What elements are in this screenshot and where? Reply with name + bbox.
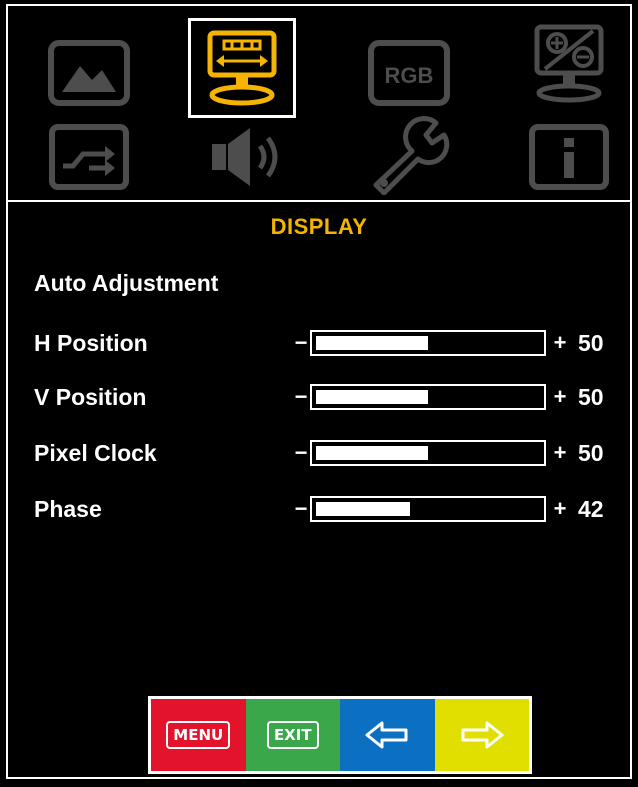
rgb-icon[interactable]: RGB	[364, 28, 454, 118]
picture-icon[interactable]	[44, 28, 134, 118]
input-source-icon[interactable]	[44, 112, 134, 202]
phase-slider[interactable]	[310, 496, 546, 522]
auto-adjustment-label: Auto Adjustment	[34, 269, 219, 296]
info-icon[interactable]	[524, 112, 614, 202]
pixel-clock-slider[interactable]	[310, 440, 546, 466]
v-position-slider[interactable]	[310, 384, 546, 410]
slider-fill	[316, 390, 428, 404]
setting-row-h-position[interactable]: H Position − + 50	[34, 326, 618, 360]
decrease-sign: −	[294, 496, 308, 521]
exit-button-label: EXIT	[266, 721, 319, 749]
setup-icon[interactable]	[364, 110, 454, 200]
slider-fill	[316, 502, 410, 516]
setting-label: H Position	[34, 329, 148, 356]
setting-value: 50	[578, 439, 604, 466]
setting-row-pixel-clock[interactable]: Pixel Clock − + 50	[34, 436, 618, 470]
page-title: DISPLAY	[270, 214, 368, 239]
left-button[interactable]	[340, 699, 435, 771]
right-button[interactable]	[434, 699, 529, 771]
increase-sign: +	[553, 440, 567, 465]
menu-button-label: MENU	[166, 721, 231, 749]
setting-label: V Position	[34, 383, 147, 410]
decrease-sign: −	[294, 384, 308, 409]
setting-value: 50	[578, 329, 604, 356]
setting-row-phase[interactable]: Phase − + 42	[34, 492, 618, 526]
increase-sign: +	[553, 330, 567, 355]
auto-adjustment-item[interactable]: Auto Adjustment	[34, 266, 618, 300]
slider-fill	[316, 446, 428, 460]
osd-menu: RGB DISPLAY Auto Adjustment H Position −…	[6, 4, 632, 779]
slider-fill	[316, 336, 428, 350]
increase-sign: +	[553, 496, 567, 521]
setting-label: Phase	[34, 495, 102, 522]
display-icon[interactable]	[188, 18, 296, 118]
menu-icon-grid: RGB	[8, 6, 630, 202]
audio-icon[interactable]	[204, 112, 294, 202]
rgb-icon-label: RGB	[385, 63, 434, 88]
setting-value: 42	[578, 495, 604, 522]
setting-value: 50	[578, 383, 604, 410]
exit-button[interactable]: EXIT	[245, 699, 340, 771]
arrow-left-icon	[365, 721, 408, 749]
arrow-right-icon	[461, 721, 504, 749]
setting-row-v-position[interactable]: V Position − + 50	[34, 380, 618, 414]
color-temp-icon[interactable]	[524, 18, 614, 108]
h-position-slider[interactable]	[310, 330, 546, 356]
menu-button[interactable]: MENU	[151, 699, 246, 771]
decrease-sign: −	[294, 330, 308, 355]
setting-label: Pixel Clock	[34, 439, 157, 466]
increase-sign: +	[553, 384, 567, 409]
control-button-bar: MENU EXIT	[148, 696, 532, 774]
decrease-sign: −	[294, 440, 308, 465]
